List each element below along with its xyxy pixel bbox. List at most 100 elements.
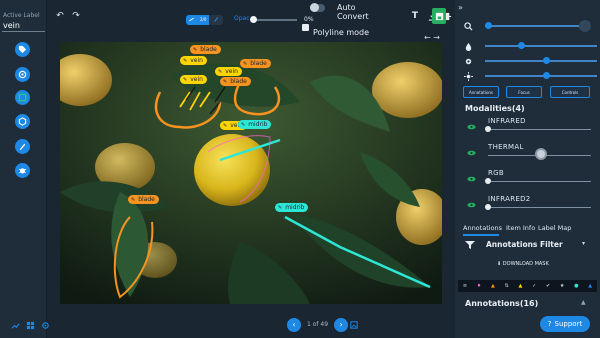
- tab-annotations[interactable]: Annotations: [463, 224, 502, 232]
- opacity-value: 0%: [304, 16, 314, 23]
- annotation-label-vein-3[interactable]: ✎ vein: [180, 75, 207, 84]
- layers-icon[interactable]: ≡: [463, 283, 467, 289]
- controls-toggle-chip[interactable]: Controls: [550, 86, 590, 98]
- image-icon[interactable]: [350, 321, 358, 329]
- tag-icon[interactable]: ♦: [477, 283, 481, 289]
- auto-convert-label: Auto Convert: [337, 3, 369, 21]
- polyline-mode-checkbox[interactable]: [302, 24, 309, 31]
- modality-row-rgb[interactable]: RGB: [463, 169, 593, 189]
- modality-row-infrared[interactable]: INFRARED: [463, 117, 593, 137]
- annotation-label-vein-1[interactable]: ✎ vein: [180, 56, 207, 65]
- tab-label-map[interactable]: Label Map: [538, 224, 571, 232]
- saturation-track[interactable]: [485, 75, 597, 77]
- annotations-toggle-chip[interactable]: Annotations: [463, 86, 499, 98]
- next-image-button[interactable]: ›: [334, 317, 349, 332]
- brush-tool-button[interactable]: [15, 139, 30, 154]
- active-label-select[interactable]: vein: [3, 21, 20, 30]
- annotation-label-text: vein: [225, 68, 238, 75]
- polygon-tool-button[interactable]: [15, 90, 30, 105]
- canvas-nav-arrows[interactable]: ← →: [424, 33, 440, 42]
- saturation-thumb[interactable]: [543, 72, 550, 79]
- modality-track[interactable]: [488, 207, 591, 208]
- annotation-label-midrib-1[interactable]: ✎ midrib: [238, 120, 272, 129]
- contrast-slider[interactable]: [463, 56, 599, 66]
- annotation-label-text: blade: [138, 196, 155, 203]
- text-icon[interactable]: T: [410, 11, 420, 21]
- annotation-label-blade-3[interactable]: ✎ blade: [220, 77, 251, 86]
- zoom-track[interactable]: [485, 25, 580, 27]
- saturation-slider[interactable]: [463, 71, 599, 81]
- chevron-down-icon[interactable]: ▾: [582, 240, 585, 247]
- active-label-caption: Active Label: [3, 12, 40, 19]
- download-mask-button[interactable]: ⬇ DOWNLOAD MASK: [497, 261, 549, 267]
- tag-tool-button[interactable]: [15, 42, 30, 57]
- annotation-label-midrib-2[interactable]: ✎ midrib: [275, 203, 309, 212]
- check-icon[interactable]: ✓: [532, 283, 536, 289]
- brightness-thumb[interactable]: [518, 42, 525, 49]
- modality-thumb[interactable]: [485, 204, 491, 210]
- grid-button[interactable]: [25, 320, 35, 330]
- tag-icon: [18, 45, 27, 54]
- eye-icon[interactable]: [467, 202, 476, 208]
- previous-image-button[interactable]: ‹: [287, 317, 301, 332]
- save-button[interactable]: [432, 8, 446, 24]
- annotation-label-blade-1[interactable]: ✎ blade: [190, 45, 221, 54]
- modality-track[interactable]: [488, 181, 591, 182]
- annotation-label-text: vein: [190, 57, 203, 64]
- flame-icon[interactable]: ▲: [491, 283, 495, 289]
- double-check-icon[interactable]: ✔: [546, 283, 550, 289]
- opacity-slider-thumb[interactable]: [250, 16, 257, 23]
- help-icon: ?: [547, 320, 552, 328]
- link-icon: [189, 17, 194, 22]
- chart-button[interactable]: [10, 320, 20, 330]
- brightness-slider[interactable]: [463, 41, 599, 51]
- modality-row-infrared2[interactable]: INFRARED2: [463, 195, 593, 215]
- point-tool-button[interactable]: [15, 67, 30, 82]
- sort-icon[interactable]: ⇅: [505, 283, 509, 289]
- contrast-track[interactable]: [485, 60, 597, 62]
- chevron-up-icon[interactable]: ▲: [581, 299, 586, 306]
- opacity-slider-track[interactable]: [252, 19, 297, 21]
- image-canvas[interactable]: ✎ blade ✎ vein ✎ vein ✎ blade ✎ vein ✎ blade ✎…: [60, 42, 442, 304]
- hexagon-tool-button[interactable]: [15, 114, 30, 129]
- fit-to-screen-button[interactable]: [579, 20, 591, 32]
- focus-toggle-chip[interactable]: Focus: [506, 86, 542, 98]
- modality-name: INFRARED2: [488, 195, 531, 203]
- star-icon[interactable]: ★: [560, 283, 564, 289]
- support-button[interactable]: ? Support: [540, 316, 590, 332]
- modality-row-thermal[interactable]: THERMAL: [463, 143, 593, 163]
- modality-thumb[interactable]: [535, 148, 547, 160]
- link-mode-button[interactable]: [186, 14, 197, 25]
- settings-button[interactable]: [40, 320, 50, 330]
- count-mode-button[interactable]: 2/0: [197, 14, 210, 25]
- modality-track[interactable]: [488, 129, 591, 130]
- modality-name: RGB: [488, 169, 504, 177]
- brightness-track[interactable]: [485, 45, 597, 47]
- zoom-thumb[interactable]: [485, 22, 492, 29]
- eye-icon[interactable]: [467, 150, 476, 156]
- annotation-label-blade-2[interactable]: ✎ blade: [240, 59, 271, 68]
- annotation-label-blade-4[interactable]: ✎ blade: [128, 195, 159, 204]
- undo-icon[interactable]: ↶: [55, 11, 65, 21]
- annotation-label-text: blade: [230, 78, 247, 85]
- person-icon[interactable]: ●: [574, 283, 578, 289]
- collapse-panel-icon[interactable]: »: [458, 3, 463, 12]
- warning-icon[interactable]: ▲: [518, 283, 522, 289]
- eye-icon[interactable]: [467, 124, 476, 130]
- sun-icon: [463, 71, 473, 81]
- auto-convert-toggle[interactable]: [310, 3, 325, 12]
- crosshair-icon: [41, 321, 49, 329]
- pen-mode-button[interactable]: [209, 14, 224, 25]
- shape-icon[interactable]: ▲: [588, 283, 592, 289]
- modality-thumb[interactable]: [485, 178, 491, 184]
- tab-item-info[interactable]: Item Info: [506, 224, 535, 232]
- brush-icon: [19, 143, 26, 151]
- annotations-filter-row[interactable]: Annotations Filter ▾: [455, 236, 600, 254]
- eye-icon[interactable]: [467, 176, 476, 182]
- ai-tool-button[interactable]: [15, 163, 30, 178]
- contrast-thumb[interactable]: [543, 57, 550, 64]
- redo-icon[interactable]: ↷: [71, 11, 81, 21]
- annotation-label-text: midrib: [285, 204, 305, 211]
- annotation-label-vein-2[interactable]: ✎ vein: [215, 67, 242, 76]
- modality-thumb[interactable]: [485, 126, 491, 132]
